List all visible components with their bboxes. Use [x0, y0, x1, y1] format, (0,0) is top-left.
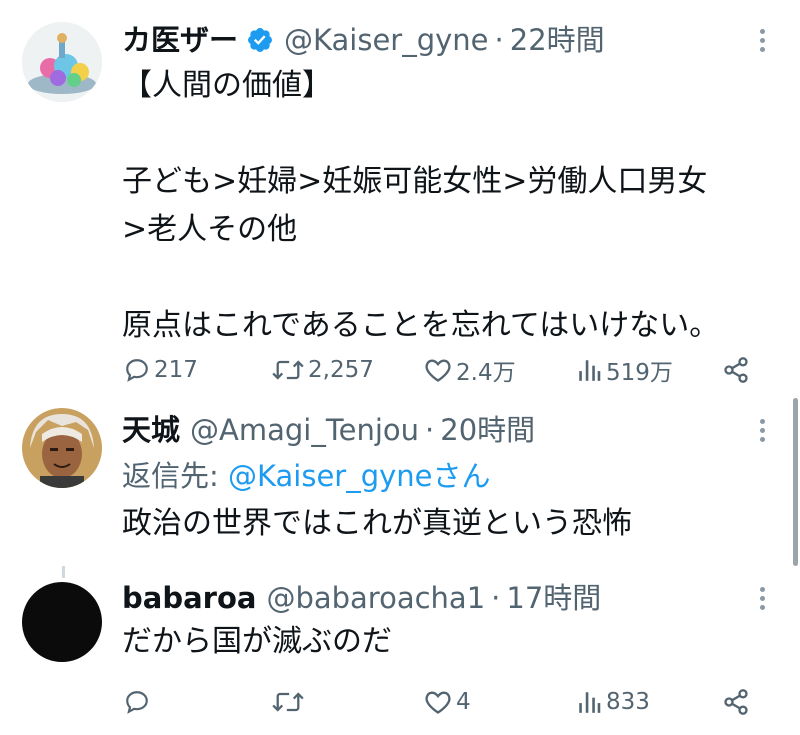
tweet-text: 【人間の価値】 子ども>妊婦>妊娠可能女性>労働人口男女 >老人その他 原点はこ…	[122, 68, 720, 343]
tweet-kaiser[interactable]: カ医ザー @Kaiser_gyne · 22時間 【人間の価値】 子ども>妊婦>…	[0, 0, 800, 400]
bar-chart-icon	[576, 357, 602, 383]
replying-to: 返信先: @Kaiser_gyneさん	[122, 458, 491, 494]
share-button[interactable]	[722, 684, 750, 720]
display-name[interactable]: 天城	[122, 412, 180, 448]
tweet-text: 政治の世界ではこれが真逆という恐怖	[122, 506, 632, 541]
share-button[interactable]	[722, 352, 750, 388]
more-options-icon[interactable]	[750, 580, 774, 616]
speech-bubble-icon	[124, 357, 150, 383]
view-count: 833	[606, 689, 650, 715]
more-options-icon[interactable]	[750, 412, 774, 448]
like-button[interactable]: 2.4万	[424, 352, 516, 388]
replying-to-label: 返信先:	[122, 459, 228, 493]
retweet-button[interactable]	[272, 684, 308, 720]
reply-button[interactable]: 217	[124, 352, 198, 388]
tweet-header: カ医ザー @Kaiser_gyne · 22時間	[122, 22, 605, 58]
more-options-icon[interactable]	[750, 22, 774, 58]
timestamp[interactable]: 17時間	[506, 580, 601, 616]
timestamp[interactable]: 22時間	[510, 22, 605, 58]
retweet-arrows-icon	[272, 357, 304, 383]
tweet-header: 天城 @Amagi_Tenjou · 20時間	[122, 412, 535, 448]
view-count: 519万	[606, 360, 673, 386]
display-name[interactable]: カ医ザー	[122, 22, 238, 58]
share-nodes-icon	[722, 356, 750, 384]
user-handle[interactable]: @babaroacha1	[266, 580, 485, 616]
user-handle[interactable]: @Kaiser_gyne	[284, 22, 489, 58]
scrollbar[interactable]	[793, 398, 798, 566]
retweet-button[interactable]: 2,257	[272, 352, 374, 388]
heart-icon	[424, 689, 452, 715]
avatar-kaiser[interactable]	[22, 22, 102, 102]
speech-bubble-icon	[124, 689, 150, 715]
reply-button[interactable]	[124, 684, 154, 720]
reply-count: 217	[154, 357, 198, 383]
like-count: 2.4万	[456, 360, 516, 386]
like-count: 4	[456, 689, 471, 715]
separator-dot: ·	[491, 581, 501, 615]
display-name[interactable]: babaroa	[122, 580, 256, 616]
tweet-header: babaroa @babaroacha1 · 17時間	[122, 580, 601, 616]
tweet-amagi[interactable]: 天城 @Amagi_Tenjou · 20時間 返信先: @Kaiser_gyn…	[0, 400, 800, 560]
avatar-amagi[interactable]	[22, 408, 102, 488]
verified-badge-icon	[246, 26, 274, 54]
tweet-babaroa[interactable]: babaroa @babaroacha1 · 17時間 だから国が滅ぶのだ 4	[0, 560, 800, 735]
like-button[interactable]: 4	[424, 684, 471, 720]
views-button[interactable]: 519万	[576, 352, 673, 388]
views-button[interactable]: 833	[576, 684, 650, 720]
separator-dot: ·	[494, 23, 504, 57]
tweet-text: だから国が滅ぶのだ	[122, 624, 392, 659]
tweet-actions: 4 833	[124, 684, 764, 720]
avatar-babaroa[interactable]	[22, 582, 102, 662]
heart-icon	[424, 357, 452, 383]
reply-mention-link[interactable]: @Kaiser_gyneさん	[228, 459, 491, 493]
timestamp[interactable]: 20時間	[440, 412, 535, 448]
user-handle[interactable]: @Amagi_Tenjou	[190, 412, 419, 448]
retweet-arrows-icon	[272, 689, 304, 715]
separator-dot: ·	[425, 413, 435, 447]
tweet-actions: 217 2,257 2.4万 519万	[124, 352, 764, 388]
bar-chart-icon	[576, 689, 602, 715]
share-nodes-icon	[722, 688, 750, 716]
retweet-count: 2,257	[308, 357, 374, 383]
